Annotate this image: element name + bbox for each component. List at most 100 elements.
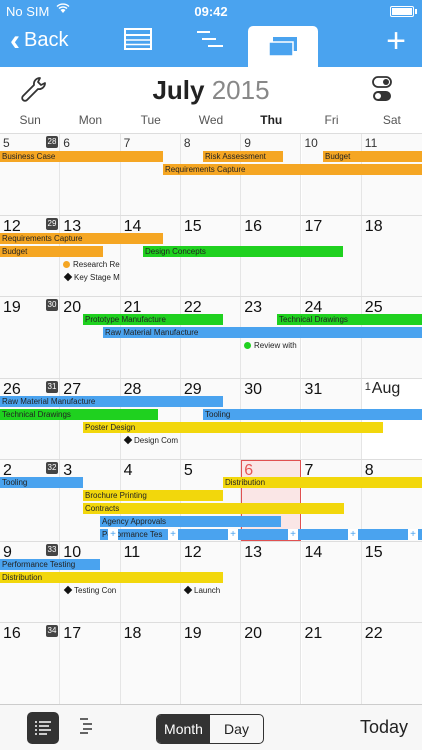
- week-number-badge: 31: [46, 380, 58, 393]
- toggles-icon[interactable]: [372, 76, 392, 107]
- event-bar[interactable]: Risk Assessment: [203, 151, 283, 162]
- weekday-sun: Sun: [19, 113, 41, 127]
- event-bar[interactable]: Contracts: [83, 503, 344, 514]
- day-number: 17: [304, 217, 323, 235]
- diamond-icon: [123, 435, 133, 444]
- event-bar[interactable]: Requirements Capture: [0, 232, 163, 244]
- month-segment[interactable]: Month: [157, 715, 210, 743]
- day-number: 1: [364, 380, 371, 393]
- day-number: 5: [183, 462, 193, 479]
- calendar-grid[interactable]: 5 28 6 7 8 9 10 11 Business Case Risk Ass…: [0, 134, 422, 705]
- event-bar[interactable]: Business Case: [0, 151, 163, 162]
- day-number: 11: [364, 136, 378, 150]
- day-cell[interactable]: 6: [60, 134, 121, 215]
- week-number-badge: 28: [46, 136, 58, 148]
- add-event-button[interactable]: +: [348, 529, 358, 540]
- calendar-cards-icon: [268, 36, 298, 63]
- day-cell[interactable]: 5 28: [0, 134, 61, 215]
- day-cell[interactable]: 19: [180, 623, 242, 705]
- day-number: 16: [244, 217, 262, 235]
- week-number-badge: 30: [46, 299, 58, 311]
- day-cell[interactable]: 18: [361, 215, 422, 296]
- add-event-button[interactable]: +: [408, 529, 418, 540]
- week-number-badge: 29: [46, 217, 58, 230]
- event-bar[interactable]: Requirements Capture: [163, 164, 422, 175]
- today-button[interactable]: Today: [360, 717, 408, 738]
- event-bar[interactable]: Performance Testing: [0, 558, 100, 570]
- add-event-button[interactable]: +: [228, 529, 238, 540]
- milestone[interactable]: Key Stage M: [63, 272, 120, 283]
- event-bar[interactable]: Performance Tes: [100, 529, 422, 540]
- week-row: 16 34 17 18 19 20 21 22: [0, 623, 422, 705]
- event-bar[interactable]: Tooling: [203, 408, 422, 420]
- event-bar[interactable]: Agency Approvals: [100, 516, 281, 527]
- diamond-icon: [183, 585, 193, 594]
- day-segment[interactable]: Day: [210, 715, 263, 743]
- day-number: 14: [304, 543, 323, 561]
- day-number: 7: [123, 136, 131, 150]
- day-cell[interactable]: 15: [361, 541, 422, 622]
- day-cell[interactable]: 22: [361, 623, 422, 705]
- week-row: 12 29 13 14 15 16 17 18 Requirements Capt…: [0, 215, 422, 297]
- add-event-button[interactable]: +: [288, 529, 298, 540]
- event-bar[interactable]: Technical Drawings: [277, 314, 422, 325]
- grid-view-icon[interactable]: [124, 28, 152, 55]
- navigation-bar: No SIM 09:42 ‹ Back +: [0, 0, 422, 67]
- event-bar[interactable]: Tooling: [0, 477, 83, 488]
- event-bar[interactable]: Poster Design: [83, 421, 383, 433]
- milestone[interactable]: Launch: [183, 585, 240, 596]
- day-cell[interactable]: 13: [241, 541, 302, 622]
- list-view-button[interactable]: [27, 712, 59, 744]
- add-button[interactable]: +: [386, 24, 406, 58]
- gantt-view-icon[interactable]: [196, 28, 224, 55]
- milestone[interactable]: Design Com: [123, 435, 180, 446]
- day-cell[interactable]: 16 34: [0, 623, 61, 705]
- day-number: 30: [244, 380, 262, 398]
- status-bar: No SIM 09:42: [0, 0, 422, 22]
- battery-icon: [390, 6, 414, 17]
- battery-tip: [415, 9, 417, 14]
- day-cell[interactable]: 20: [241, 623, 302, 705]
- event-bar[interactable]: Budget: [323, 151, 422, 162]
- event-bar[interactable]: Brochure Printing: [83, 490, 223, 501]
- day-cell[interactable]: 19 30: [0, 297, 61, 378]
- day-number: 6: [63, 136, 70, 150]
- day-number: 11: [123, 543, 141, 561]
- status-time: 09:42: [194, 4, 228, 19]
- day-number: 10: [304, 136, 318, 150]
- event-bar[interactable]: Technical Drawings: [0, 408, 158, 420]
- event-bar[interactable]: Prototype Manufacture: [83, 314, 223, 325]
- day-number: 5: [3, 136, 10, 150]
- diamond-icon: [63, 585, 73, 594]
- event-bar[interactable]: Raw Material Manufacture: [103, 327, 422, 338]
- bottom-toolbar: Month Day Today: [0, 704, 422, 750]
- day-cell[interactable]: 18: [120, 623, 181, 705]
- add-event-button[interactable]: +: [108, 529, 118, 540]
- dot-icon: [244, 342, 251, 349]
- month-header: July 2015: [0, 67, 422, 113]
- week-number-badge: 32: [46, 462, 58, 474]
- day-number: 21: [304, 625, 323, 642]
- day-cell[interactable]: 14: [301, 541, 362, 622]
- day-number: 18: [364, 217, 383, 235]
- day-cell[interactable]: 21: [301, 623, 362, 705]
- add-event-button[interactable]: +: [168, 529, 178, 540]
- day-cell[interactable]: 2 32: [0, 460, 61, 541]
- milestone[interactable]: Review with: [244, 340, 301, 351]
- view-segmented-control: Month Day: [156, 714, 264, 744]
- event-bar[interactable]: Design Concepts: [143, 245, 343, 257]
- dot-icon: [63, 260, 70, 268]
- calendar-view-tab[interactable]: [248, 26, 318, 67]
- milestone[interactable]: Testing Con: [63, 585, 120, 596]
- milestone[interactable]: Research Re: [63, 259, 120, 270]
- indented-list-icon[interactable]: [80, 717, 96, 740]
- back-button[interactable]: ‹ Back: [10, 25, 68, 55]
- weekday-fri: Fri: [324, 113, 339, 127]
- day-number: 12: [183, 543, 202, 561]
- day-number: 4: [123, 462, 133, 479]
- event-bar[interactable]: Distribution: [223, 477, 422, 488]
- event-bar[interactable]: Raw Material Manufacture: [0, 395, 223, 407]
- event-bar[interactable]: Distribution: [0, 571, 223, 583]
- event-bar[interactable]: Budget: [0, 245, 103, 257]
- day-cell[interactable]: 17: [60, 623, 121, 705]
